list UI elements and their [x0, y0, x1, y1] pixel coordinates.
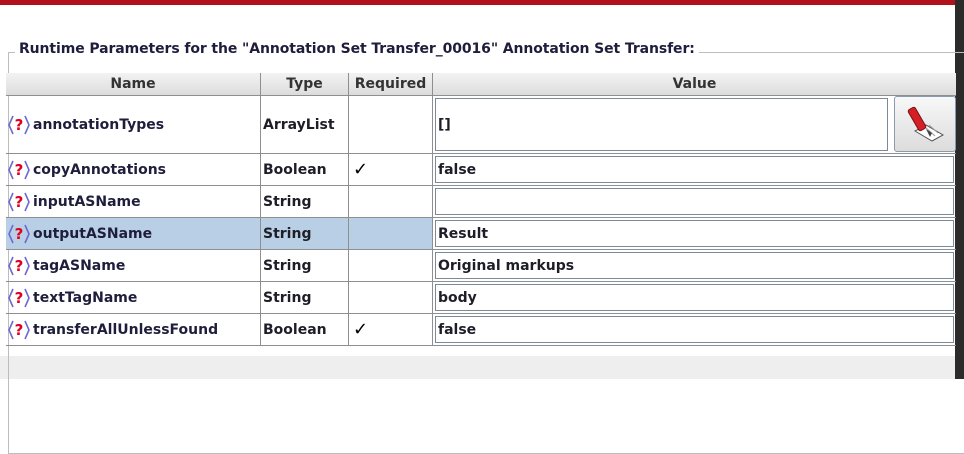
svg-text:?: ? — [15, 289, 24, 307]
svg-text:?: ? — [15, 321, 24, 339]
param-name: copyAnnotations — [33, 161, 166, 178]
column-header-name[interactable]: Name — [6, 73, 261, 96]
question-icon: ? — [8, 287, 30, 309]
svg-text:?: ? — [15, 225, 24, 243]
table-row[interactable]: ? inputASName String — [6, 186, 956, 218]
table-header: Name Type Required Value — [6, 73, 956, 96]
param-required — [349, 218, 433, 250]
param-name: annotationTypes — [33, 116, 165, 133]
param-name-cell[interactable]: ? textTagName — [6, 282, 261, 314]
param-type: String — [261, 282, 349, 314]
table-row-selected[interactable]: ? outputASName String Result — [6, 218, 956, 250]
param-name: tagASName — [33, 257, 126, 274]
param-value-field[interactable]: false — [435, 156, 954, 183]
edit-list-button[interactable] — [894, 96, 956, 152]
param-type: Boolean — [261, 154, 349, 186]
param-value-field[interactable]: Result — [435, 220, 954, 247]
param-value-field[interactable]: [] — [435, 98, 888, 151]
param-name: textTagName — [33, 289, 138, 306]
param-type: String — [261, 218, 349, 250]
param-type: String — [261, 186, 349, 218]
svg-text:?: ? — [15, 161, 24, 179]
param-required: ✓ — [349, 154, 433, 186]
question-icon: ? — [8, 114, 30, 136]
question-icon: ? — [8, 319, 30, 341]
param-value-cell: [] — [433, 96, 956, 154]
param-name: outputASName — [33, 225, 153, 242]
param-name-cell[interactable]: ? annotationTypes — [6, 96, 261, 154]
param-value-field[interactable]: body — [435, 284, 954, 311]
top-accent-bar — [0, 0, 955, 5]
table-row[interactable]: ? transferAllUnlessFound Boolean ✓ false — [6, 314, 956, 346]
param-value-cell — [433, 186, 956, 218]
svg-text:?: ? — [15, 193, 24, 211]
question-icon: ? — [8, 159, 30, 181]
param-name-cell[interactable]: ? transferAllUnlessFound — [6, 314, 261, 346]
question-icon: ? — [8, 191, 30, 213]
checkmark-icon: ✓ — [353, 159, 369, 180]
param-name-cell[interactable]: ? tagASName — [6, 250, 261, 282]
param-value-cell: Result — [433, 218, 956, 250]
param-value-cell: body — [433, 282, 956, 314]
column-header-type[interactable]: Type — [261, 73, 349, 96]
column-header-value[interactable]: Value — [433, 73, 956, 96]
param-name-cell[interactable]: ? outputASName — [6, 218, 261, 250]
table-row[interactable]: ? copyAnnotations Boolean ✓ false — [6, 154, 956, 186]
panel-title: Runtime Parameters for the "Annotation S… — [15, 41, 699, 57]
param-required — [349, 186, 433, 218]
param-required — [349, 250, 433, 282]
param-value-cell: Original markups — [433, 250, 956, 282]
param-name: transferAllUnlessFound — [33, 321, 219, 338]
column-header-required[interactable]: Required — [349, 73, 433, 96]
param-value-field[interactable] — [435, 188, 954, 215]
question-icon: ? — [8, 223, 30, 245]
edit-list-icon — [907, 106, 944, 142]
table-row[interactable]: ? textTagName String body — [6, 282, 956, 314]
param-name: inputASName — [33, 193, 141, 210]
param-value-cell: false — [433, 314, 956, 346]
param-required — [349, 282, 433, 314]
param-value-cell: false — [433, 154, 956, 186]
svg-text:?: ? — [15, 257, 24, 275]
param-required: ✓ — [349, 314, 433, 346]
param-type: ArrayList — [261, 96, 349, 154]
param-value-field[interactable]: false — [435, 316, 954, 343]
table-row[interactable]: ? tagASName String Original markups — [6, 250, 956, 282]
question-icon: ? — [8, 255, 30, 277]
param-name-cell[interactable]: ? inputASName — [6, 186, 261, 218]
param-value-field[interactable]: Original markups — [435, 252, 954, 279]
param-type: Boolean — [261, 314, 349, 346]
param-required — [349, 96, 433, 154]
checkmark-icon: ✓ — [353, 319, 369, 340]
param-type: String — [261, 250, 349, 282]
svg-text:?: ? — [15, 116, 24, 134]
table-row[interactable]: ? annotationTypes ArrayList [] — [6, 96, 956, 154]
param-name-cell[interactable]: ? copyAnnotations — [6, 154, 261, 186]
